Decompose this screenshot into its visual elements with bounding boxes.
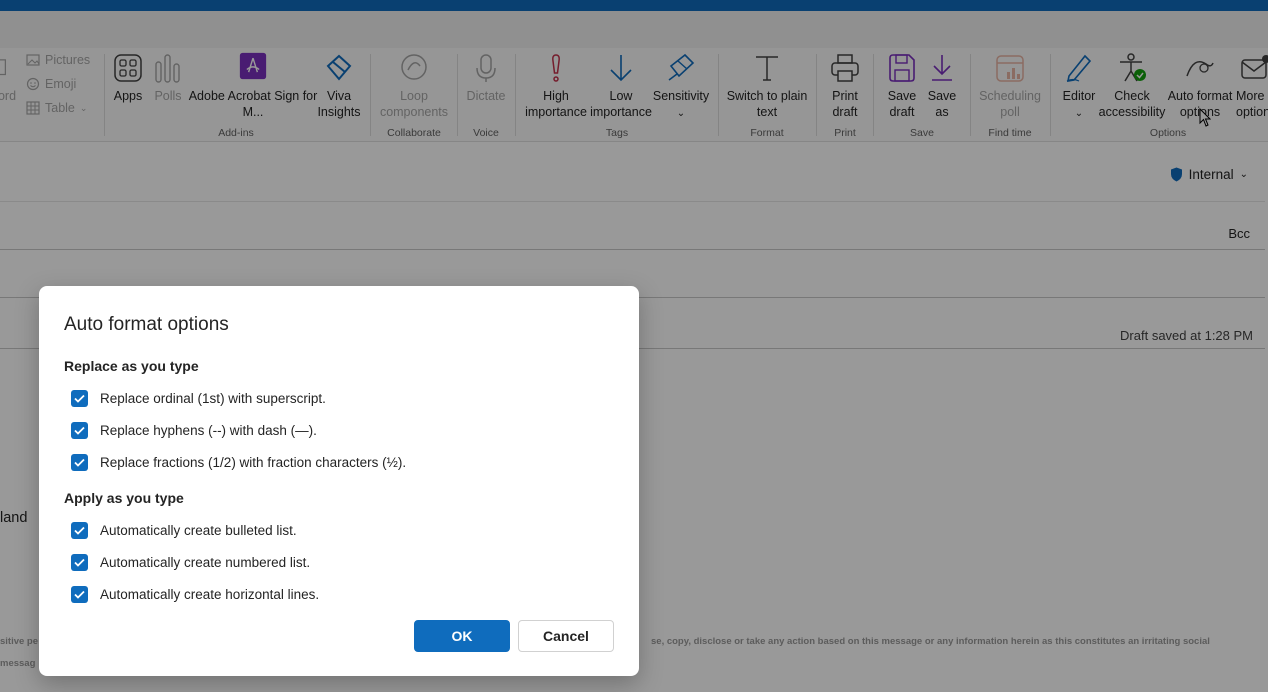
cancel-button[interactable]: Cancel — [518, 620, 614, 652]
checkmark-icon — [74, 526, 85, 535]
option-replace-fractions[interactable]: Replace fractions (1/2) with fraction ch… — [71, 454, 406, 471]
dialog-title: Auto format options — [64, 314, 229, 335]
checkmark-icon — [74, 558, 85, 567]
option-label: Automatically create horizontal lines. — [100, 587, 320, 602]
checkmark-icon — [74, 458, 85, 467]
section-replace-as-you-type: Replace as you type — [64, 358, 199, 374]
auto-format-options-dialog: Auto format options Replace as you type … — [39, 286, 639, 676]
checkmark-icon — [74, 426, 85, 435]
checkbox-checked[interactable] — [71, 522, 88, 539]
option-label: Replace fractions (1/2) with fraction ch… — [100, 455, 407, 470]
option-label: Replace hyphens (--) with dash (—). — [100, 423, 317, 438]
option-replace-ordinal[interactable]: Replace ordinal (1st) with superscript. — [71, 390, 326, 407]
checkbox-checked[interactable] — [71, 390, 88, 407]
checkbox-checked[interactable] — [71, 422, 88, 439]
checkbox-checked[interactable] — [71, 586, 88, 603]
checkmark-icon — [74, 590, 85, 599]
checkmark-icon — [74, 394, 85, 403]
checkbox-checked[interactable] — [71, 454, 88, 471]
checkbox-checked[interactable] — [71, 554, 88, 571]
ok-button[interactable]: OK — [414, 620, 510, 652]
option-horizontal-lines[interactable]: Automatically create horizontal lines. — [71, 586, 319, 603]
option-label: Automatically create numbered list. — [100, 555, 311, 570]
section-apply-as-you-type: Apply as you type — [64, 490, 184, 506]
option-numbered-list[interactable]: Automatically create numbered list. — [71, 554, 310, 571]
option-label: Automatically create bulleted list. — [100, 523, 297, 538]
option-label: Replace ordinal (1st) with superscript. — [100, 391, 326, 406]
option-replace-hyphens[interactable]: Replace hyphens (--) with dash (—). — [71, 422, 317, 439]
option-bulleted-list[interactable]: Automatically create bulleted list. — [71, 522, 297, 539]
